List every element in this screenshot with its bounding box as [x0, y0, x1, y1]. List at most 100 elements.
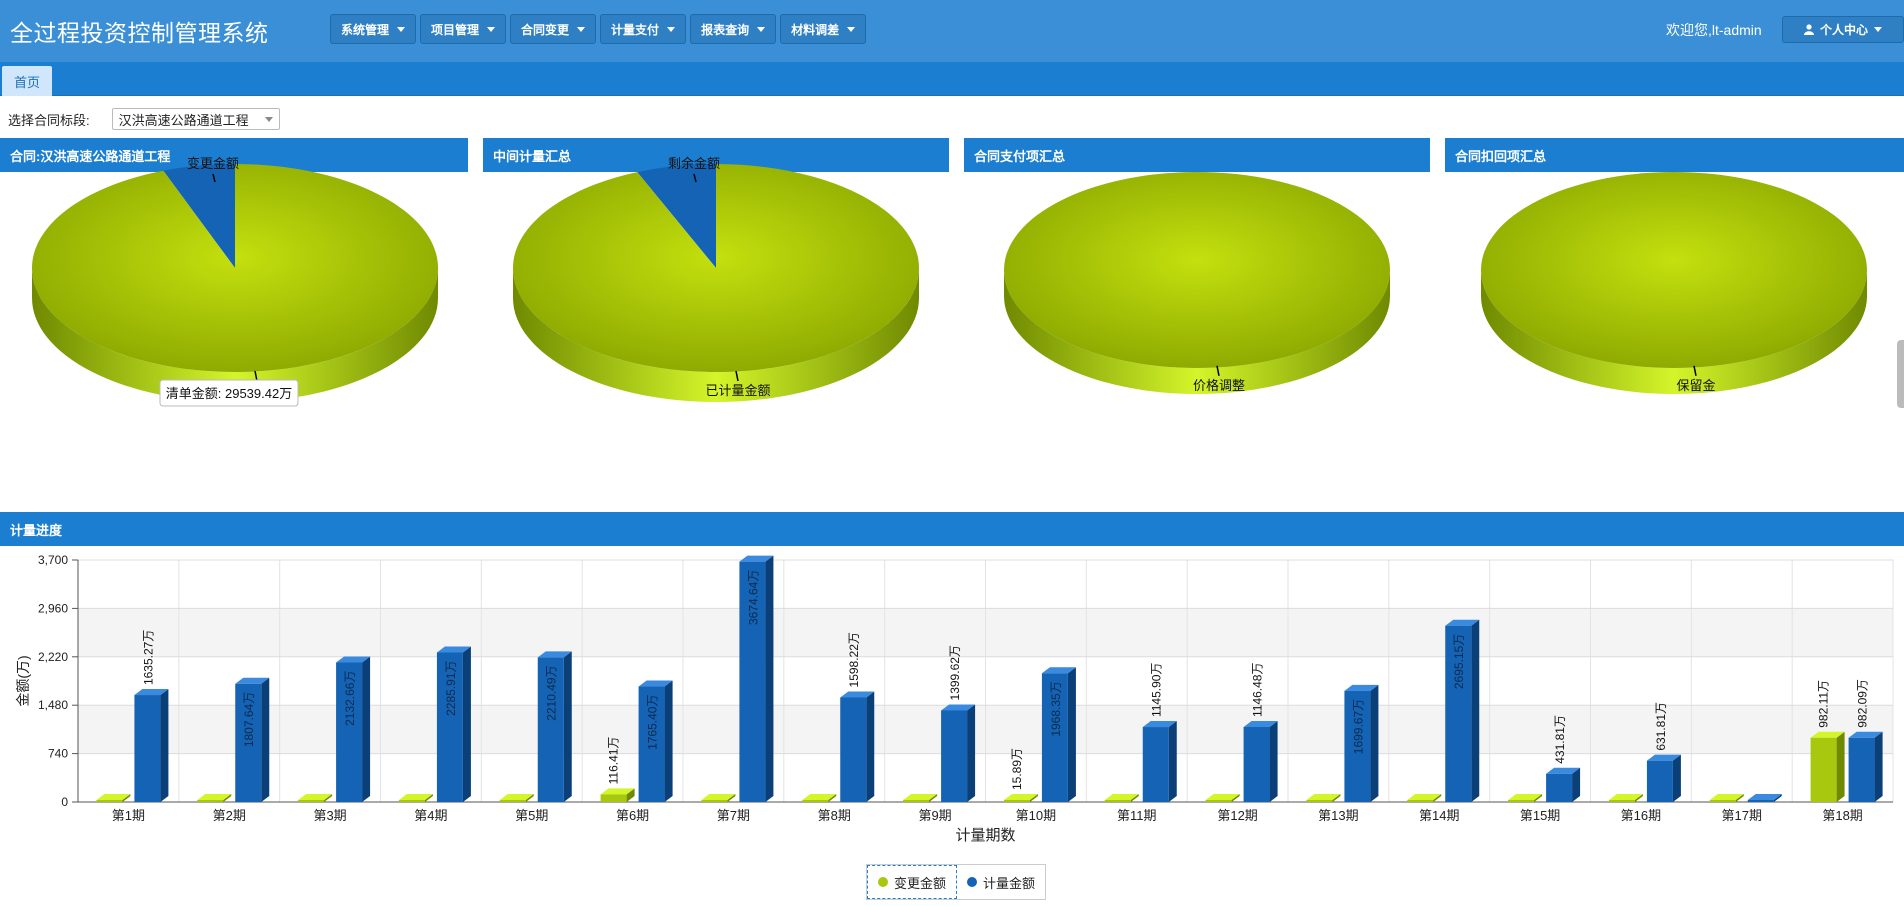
- pie-chart-measure: 剩余金额 已计量金额: [483, 156, 949, 463]
- data-label: 982.09万: [1856, 679, 1870, 728]
- tooltip-text: 清单金额: 29539.42万: [166, 386, 292, 401]
- chart-legend: 变更金额 计量金额: [866, 864, 1046, 900]
- panel-header-deduction-summary: 合同扣回项汇总: [1445, 138, 1904, 172]
- data-label: 1765.40万: [646, 695, 660, 750]
- legend-dot: [967, 877, 977, 887]
- welcome-text: 欢迎您,lt-admin: [1666, 22, 1762, 38]
- bar-change[interactable]: [903, 794, 938, 802]
- data-label: 2695.15万: [1452, 634, 1466, 689]
- menu-report[interactable]: 报表查询: [690, 14, 777, 44]
- bar-measure[interactable]: [1747, 794, 1782, 802]
- x-tick-label: 第7期: [717, 808, 750, 823]
- y-tick-label: 0: [61, 795, 68, 809]
- legend-label: 变更金额: [894, 875, 947, 891]
- data-label: 1968.35万: [1049, 681, 1063, 736]
- x-tick-label: 第12期: [1217, 808, 1257, 823]
- data-label: 1635.27万: [141, 630, 155, 685]
- pie-chart-svg: 价格调整: [1004, 172, 1390, 394]
- panel-header-payment-summary: 合同支付项汇总: [964, 138, 1430, 172]
- pie-label: 已计量金额: [705, 383, 770, 398]
- legend-item-change[interactable]: 变更金额: [867, 865, 957, 899]
- main-menu: 系统管理 项目管理 合同变更 计量支付 报表查询 材料调差: [330, 14, 867, 44]
- bar-change[interactable]: [802, 794, 837, 802]
- data-label: 116.41万: [607, 737, 621, 785]
- contract-selector-row: 选择合同标段: 汉洪高速公路通道工程: [8, 108, 280, 130]
- data-label: 15.89万: [1010, 748, 1024, 790]
- bar-change[interactable]: [1104, 794, 1139, 802]
- pie-slice[interactable]: [1481, 172, 1867, 368]
- pie-label: 保留金: [1676, 378, 1715, 393]
- data-label: 1146.48万: [1251, 663, 1265, 718]
- pie-slice[interactable]: [1004, 172, 1390, 368]
- bar-change[interactable]: [701, 794, 736, 802]
- menu-measure-pay[interactable]: 计量支付: [600, 14, 687, 44]
- contract-select-value: 汉洪高速公路通道工程: [118, 112, 249, 128]
- bar-change[interactable]: [1608, 794, 1643, 802]
- x-tick-label: 第2期: [213, 808, 246, 823]
- bar-measure[interactable]: [840, 691, 875, 802]
- menu-contract-change[interactable]: 合同变更: [510, 14, 597, 44]
- data-label: 1807.64万: [242, 692, 256, 747]
- y-tick-label: 2,960: [38, 601, 68, 615]
- bar-change[interactable]: [1407, 794, 1442, 802]
- bar-measure[interactable]: [941, 704, 976, 802]
- menu-label: 报表查询: [701, 22, 750, 37]
- bar-measure[interactable]: [1646, 754, 1681, 802]
- bar-change[interactable]: [600, 788, 635, 802]
- chevron-down-icon: [757, 26, 766, 32]
- bar-measure[interactable]: [1243, 721, 1278, 802]
- bar-measure[interactable]: [1546, 767, 1581, 802]
- data-label: 431.81万: [1553, 715, 1567, 764]
- data-label: 631.81万: [1654, 702, 1668, 751]
- tab-home[interactable]: 首页: [2, 66, 52, 96]
- y-tick-label: 2,220: [38, 650, 68, 664]
- menu-system[interactable]: 系统管理: [330, 14, 417, 44]
- chevron-down-icon: [577, 26, 586, 32]
- x-axis-title: 计量期数: [955, 827, 1015, 844]
- data-label: 1399.62万: [948, 645, 962, 700]
- menu-label: 计量支付: [611, 22, 660, 37]
- menu-material[interactable]: 材料调差: [780, 14, 867, 44]
- y-tick-label: 1,480: [38, 698, 68, 712]
- app-title: 全过程投资控制管理系统: [10, 20, 269, 46]
- data-label: 2285.91万: [444, 660, 458, 715]
- x-tick-label: 第6期: [616, 808, 649, 823]
- bar-change[interactable]: [398, 794, 433, 802]
- side-scroll-handle[interactable]: [1897, 340, 1904, 408]
- pie-label: 变更金额: [187, 156, 239, 171]
- x-tick-label: 第13期: [1318, 808, 1358, 823]
- pie-slice[interactable]: [513, 164, 919, 372]
- pie-chart-payment: 价格调整: [964, 172, 1430, 463]
- chevron-down-icon: [487, 26, 496, 32]
- bar-change[interactable]: [96, 794, 131, 802]
- user-center-button[interactable]: 个人中心: [1782, 16, 1904, 43]
- bar-change[interactable]: [1205, 794, 1240, 802]
- user-icon: [1803, 24, 1814, 35]
- bar-change[interactable]: [1810, 731, 1845, 802]
- x-tick-label: 第11期: [1117, 808, 1157, 823]
- x-tick-label: 第18期: [1822, 808, 1862, 823]
- legend-label: 计量金额: [983, 875, 1036, 891]
- bar-change[interactable]: [298, 794, 333, 802]
- tab-bar: 首页: [0, 62, 1904, 96]
- menu-project[interactable]: 项目管理: [420, 14, 507, 44]
- x-tick-label: 第3期: [313, 808, 346, 823]
- contract-select[interactable]: 汉洪高速公路通道工程: [111, 108, 280, 130]
- bar-change[interactable]: [1508, 794, 1543, 802]
- bar-change[interactable]: [1003, 794, 1038, 802]
- chevron-down-icon: [667, 26, 676, 32]
- bar-change[interactable]: [1306, 794, 1341, 802]
- data-label: 982.11万: [1817, 680, 1831, 728]
- chevron-down-icon: [264, 116, 273, 122]
- bar-change[interactable]: [1709, 794, 1744, 802]
- pie-slice[interactable]: [32, 164, 439, 372]
- pie-chart-svg: 变更金额清单金额清单金额: 29539.42万: [32, 156, 439, 407]
- data-label: 3674.64万: [746, 570, 760, 625]
- bar-measure[interactable]: [134, 689, 169, 802]
- bar-measure[interactable]: [1848, 731, 1883, 802]
- bar-measure[interactable]: [1142, 721, 1177, 802]
- y-tick-label: 3,700: [38, 553, 68, 567]
- bar-change[interactable]: [499, 794, 534, 802]
- legend-item-measure[interactable]: 计量金额: [957, 865, 1045, 899]
- bar-change[interactable]: [197, 794, 232, 802]
